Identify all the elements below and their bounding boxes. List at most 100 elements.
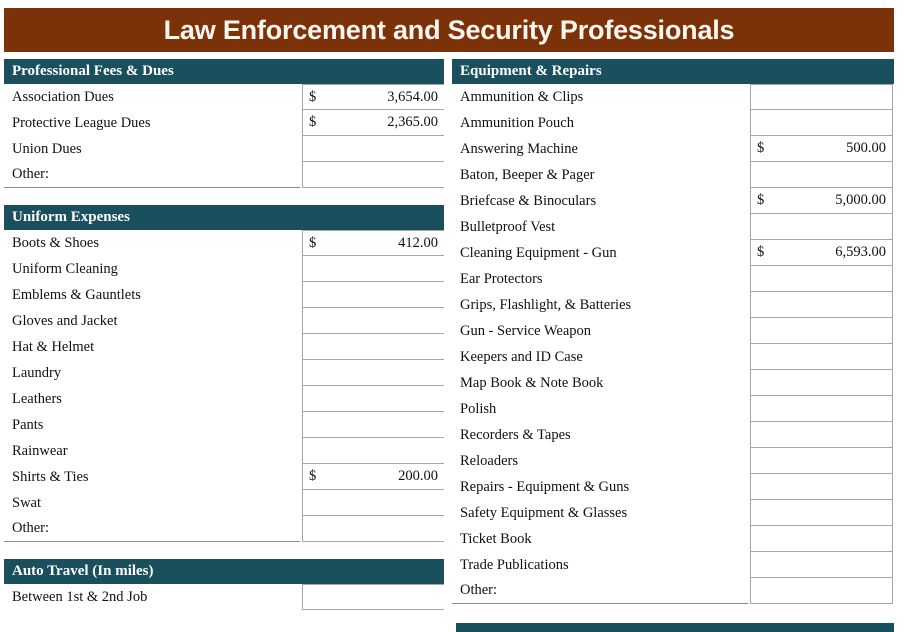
expense-label: Repairs - Equipment & Guns: [460, 478, 630, 495]
expense-row: Union Dues: [4, 136, 444, 162]
amount-cell[interactable]: [750, 214, 893, 240]
expense-label: Cleaning Equipment - Gun: [460, 244, 617, 261]
expense-row: Protective League Dues $2,365.00: [4, 110, 444, 136]
expense-label: Other:: [452, 578, 748, 604]
expense-row: Repairs - Equipment & Guns: [452, 474, 894, 500]
amount-value: 5,000.00: [835, 192, 886, 208]
expense-label: Keepers and ID Case: [460, 348, 583, 365]
amount-cell[interactable]: [750, 396, 893, 422]
expense-label: Uniform Cleaning: [12, 260, 118, 277]
section: Auto Travel (In miles) Between 1st & 2nd …: [4, 559, 444, 610]
expense-label: Recorders & Tapes: [460, 426, 571, 443]
expense-row: Map Book & Note Book: [452, 370, 894, 396]
amount-cell[interactable]: [750, 422, 893, 448]
expense-label: Union Dues: [12, 140, 82, 157]
expense-label: Laundry: [12, 364, 62, 381]
amount-cell[interactable]: [302, 516, 444, 542]
amount-cell[interactable]: [750, 162, 893, 188]
amount-cell[interactable]: [302, 438, 444, 464]
currency-symbol: $: [309, 88, 317, 105]
expense-row: Uniform Cleaning: [4, 256, 444, 282]
amount-value: 412.00: [398, 234, 438, 251]
expense-label: Bulletproof Vest: [460, 218, 556, 235]
amount-value: 2,365.00: [387, 114, 438, 130]
expense-label: Grips, Flashlight, & Batteries: [460, 296, 632, 313]
amount-cell[interactable]: [302, 386, 444, 412]
currency-symbol: $: [757, 244, 765, 260]
expense-row: Polish: [452, 396, 894, 422]
spreadsheet-page: Law Enforcement and Security Professiona…: [0, 0, 920, 632]
expense-label: Leathers: [12, 390, 62, 407]
amount-cell[interactable]: $6,593.00: [750, 240, 893, 266]
amount-cell[interactable]: [750, 110, 893, 136]
expense-label: Hat & Helmet: [12, 338, 95, 355]
amount-cell[interactable]: [750, 84, 893, 110]
currency-symbol: $: [757, 140, 765, 156]
expense-row: Bulletproof Vest: [452, 214, 894, 240]
amount-value: 500.00: [846, 140, 886, 156]
section-header: Uniform Expenses: [4, 205, 444, 230]
amount-cell[interactable]: [302, 584, 444, 610]
expense-row: Cleaning Equipment - Gun $6,593.00: [452, 240, 894, 266]
amount-cell[interactable]: [302, 282, 444, 308]
amount-cell[interactable]: $500.00: [750, 136, 893, 162]
amount-cell[interactable]: [750, 552, 893, 578]
amount-cell[interactable]: [750, 292, 893, 318]
expense-label: Answering Machine: [460, 140, 578, 157]
expense-row: Emblems & Gauntlets: [4, 282, 444, 308]
expense-row: Ammunition Pouch: [452, 110, 894, 136]
expense-label: Other:: [4, 516, 300, 542]
section: Professional Fees & Dues Association Dues…: [4, 59, 444, 188]
expense-label: Boots & Shoes: [12, 234, 100, 251]
expense-label: Trade Publications: [460, 556, 569, 573]
amount-cell[interactable]: [302, 162, 444, 188]
expense-row: Ear Protectors: [452, 266, 894, 292]
amount-cell[interactable]: $2,365.00: [302, 110, 444, 136]
amount-cell[interactable]: [750, 448, 893, 474]
expense-row: Other:: [4, 162, 444, 188]
expense-label: Reloaders: [460, 452, 518, 469]
expense-row: Ammunition & Clips: [452, 84, 894, 110]
amount-cell[interactable]: [750, 318, 893, 344]
expense-label: Ammunition Pouch: [460, 114, 574, 131]
amount-cell[interactable]: [750, 500, 893, 526]
expense-row: Ticket Book: [452, 526, 894, 552]
expense-row: Laundry: [4, 360, 444, 386]
section: Uniform Expenses Boots & Shoes $412.00 Unif…: [4, 205, 444, 542]
amount-cell[interactable]: [302, 412, 444, 438]
expense-row: Grips, Flashlight, & Batteries: [452, 292, 894, 318]
expense-row: Keepers and ID Case: [452, 344, 894, 370]
section-header: Auto Travel (In miles): [4, 559, 444, 584]
expense-label: Briefcase & Binoculars: [460, 192, 597, 209]
expense-label: Association Dues: [12, 88, 114, 105]
amount-cell[interactable]: [302, 334, 444, 360]
amount-cell[interactable]: [302, 490, 444, 516]
amount-cell[interactable]: [302, 136, 444, 162]
expense-row: Leathers: [4, 386, 444, 412]
expense-row: Briefcase & Binoculars $5,000.00: [452, 188, 894, 214]
expense-row: Gun - Service Weapon: [452, 318, 894, 344]
amount-cell[interactable]: [750, 370, 893, 396]
amount-cell[interactable]: [302, 308, 444, 334]
amount-cell[interactable]: [750, 266, 893, 292]
expense-row: Other:: [4, 516, 444, 542]
amount-value: 3,654.00: [387, 88, 438, 105]
section-rows: Between 1st & 2nd Job: [4, 584, 444, 610]
amount-cell[interactable]: [750, 344, 893, 370]
amount-cell[interactable]: $412.00: [302, 230, 444, 256]
amount-cell[interactable]: $5,000.00: [750, 188, 893, 214]
left-column: Professional Fees & Dues Association Dues…: [4, 59, 444, 610]
amount-cell[interactable]: [750, 474, 893, 500]
amount-cell[interactable]: [750, 526, 893, 552]
expense-row: Gloves and Jacket: [4, 308, 444, 334]
currency-symbol: $: [757, 192, 765, 208]
amount-cell[interactable]: [302, 256, 444, 282]
amount-cell[interactable]: $3,654.00: [302, 84, 444, 110]
amount-cell[interactable]: $200.00: [302, 464, 444, 490]
amount-cell[interactable]: [302, 360, 444, 386]
expense-row: Baton, Beeper & Pager: [452, 162, 894, 188]
expense-label: Shirts & Ties: [12, 468, 89, 485]
currency-symbol: $: [309, 468, 317, 484]
expense-row: Pants: [4, 412, 444, 438]
amount-cell[interactable]: [750, 578, 893, 604]
